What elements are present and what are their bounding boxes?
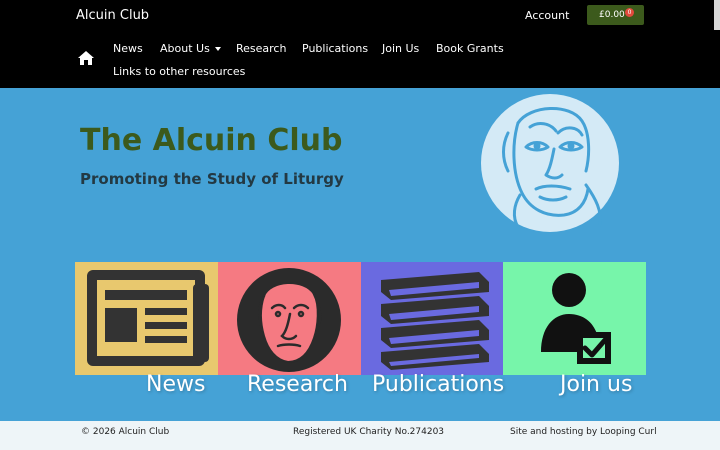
news-tile-label[interactable]: News <box>146 370 205 400</box>
nav-item-news[interactable]: News <box>113 42 143 56</box>
research-tile-label[interactable]: Research <box>247 370 348 400</box>
nav-item-about-us[interactable]: About Us <box>160 42 221 56</box>
books-icon <box>381 272 489 370</box>
footer-credit-link[interactable]: Site and hosting by Looping Curl <box>510 426 657 438</box>
join-us-tile-label[interactable]: Join us <box>560 370 632 400</box>
cart-button[interactable]: £0.00 0 <box>587 5 644 25</box>
research-tile[interactable] <box>218 262 361 375</box>
nav-item-book-grants[interactable]: Book Grants <box>436 42 504 56</box>
alcuin-portrait-logo <box>481 94 619 232</box>
nav-item-publications[interactable]: Publications <box>302 42 368 56</box>
newspaper-icon <box>87 270 209 366</box>
nav-item-join-us[interactable]: Join Us <box>382 42 419 56</box>
publications-tile[interactable] <box>361 262 504 375</box>
footer-copyright: © 2026 Alcuin Club <box>81 427 170 437</box>
member-check-icon <box>541 273 611 364</box>
scrollbar[interactable] <box>714 0 720 30</box>
portrait-icon <box>237 268 341 372</box>
nav-item-label: About Us <box>160 42 210 55</box>
account-link[interactable]: Account <box>525 9 569 22</box>
join-us-tile[interactable] <box>503 262 646 375</box>
home-icon[interactable] <box>78 51 94 65</box>
page-subtitle: Promoting the Study of Liturgy <box>80 170 344 188</box>
news-tile[interactable] <box>75 262 218 375</box>
site-name-link[interactable]: Alcuin Club <box>76 8 149 24</box>
nav-item-research[interactable]: Research <box>236 42 286 56</box>
cart-total: £0.00 <box>599 10 625 20</box>
footer-charity: Registered UK Charity No.274203 <box>293 427 445 437</box>
cart-count-badge: 0 <box>625 8 634 17</box>
chevron-down-icon <box>214 47 221 51</box>
nav-item-links[interactable]: Links to other resources <box>113 65 245 79</box>
publications-tile-label[interactable]: Publications <box>372 370 504 400</box>
page-title: The Alcuin Club <box>80 123 343 158</box>
